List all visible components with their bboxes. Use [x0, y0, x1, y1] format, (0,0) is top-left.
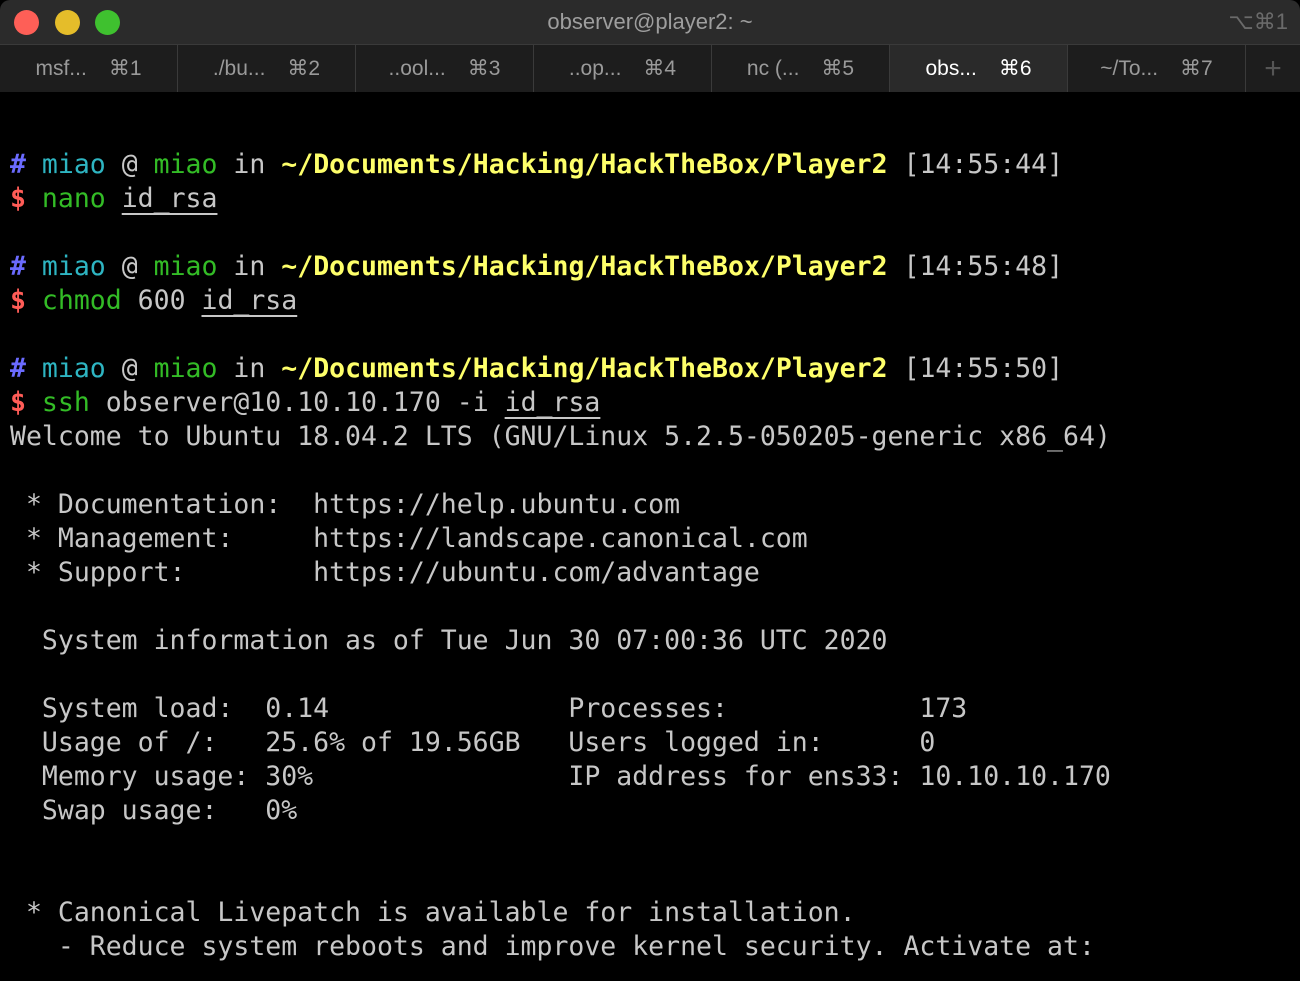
tab-label: obs... [925, 56, 977, 80]
terminal-text-txt: id_rsa [121, 183, 218, 214]
terminal-output[interactable]: # miao @ miao in ~/Documents/Hacking/Hac… [10, 131, 1111, 981]
terminal-text-txt: System information as of Tue Jun 30 07:0… [10, 625, 888, 656]
terminal-line: Swap usage: 0% [10, 795, 1111, 845]
terminal-text-txt [106, 183, 122, 214]
terminal-line: System information as of Tue Jun 30 07:0… [10, 625, 1111, 675]
terminal-text-txt: * Canonical Livepatch is available for i… [10, 897, 856, 928]
terminal-text-txt: [14:55:48] [887, 251, 1064, 282]
tab-1[interactable]: msf... ⌘1 [0, 45, 178, 92]
terminal-text-hash: # [10, 149, 42, 180]
terminal-text-txt: observer@10.10.10.170 -i [89, 387, 505, 418]
terminal-line: Welcome to Ubuntu 18.04.2 LTS (GNU/Linux… [10, 421, 1111, 471]
terminal-text-txt: in [217, 149, 282, 180]
tab-5[interactable]: nc (... ⌘5 [712, 45, 890, 92]
terminal-text-txt: System load: 0.14 Processes: 173 [10, 693, 968, 724]
terminal-text-path: ~/Documents/Hacking/HackTheBox/Player2 [281, 353, 888, 384]
tab-shortcut: ⌘6 [998, 57, 1032, 80]
tab-label: msf... [35, 56, 87, 80]
terminal-text-dollar: $ [10, 183, 42, 214]
terminal-text-txt: - Reduce system reboots and improve kern… [10, 931, 1095, 962]
terminal-text-txt: [14:55:44] [887, 149, 1064, 180]
tab-shortcut: ⌘2 [287, 57, 321, 80]
tab-shortcut: ⌘3 [467, 57, 501, 80]
terminal-text-txt: @ [105, 251, 154, 282]
new-tab-plus-icon[interactable]: + [1246, 45, 1300, 92]
terminal-text-txt: @ [105, 353, 154, 384]
terminal-text-txt: Welcome to Ubuntu 18.04.2 LTS (GNU/Linux… [10, 421, 1111, 452]
terminal-text-txt: Usage of /: 25.6% of 19.56GB Users logge… [10, 727, 936, 758]
terminal-text-path: ~/Documents/Hacking/HackTheBox/Player2 [281, 149, 888, 180]
terminal-text-txt: * Management: https://landscape.canonica… [10, 523, 808, 554]
terminal-text-txt: Memory usage: 30% IP address for ens33: … [10, 761, 1111, 792]
terminal-text-hash: # [10, 353, 42, 384]
terminal-text-txt: @ [105, 149, 154, 180]
terminal-text-txt: [14:55:50] [887, 353, 1064, 384]
terminal-text-txt: Swap usage: 0% [10, 795, 298, 826]
terminal-text-hash: # [10, 251, 42, 282]
terminal-text-host: miao [153, 149, 218, 180]
window-shortcut: ⌥⌘1 [1228, 9, 1288, 34]
terminal-text-cmd: chmod [41, 285, 122, 316]
terminal-text-user: miao [41, 353, 106, 384]
tab-4[interactable]: ..op... ⌘4 [534, 45, 712, 92]
terminal-text-txt: * Documentation: https://help.ubuntu.com [10, 489, 681, 520]
terminal-text-txt: id_rsa [201, 285, 298, 316]
terminal-text-cmd: nano [41, 183, 106, 214]
tab-label: ~/To... [1100, 56, 1159, 80]
tab-7[interactable]: ~/To... ⌘7 [1068, 45, 1246, 92]
tab-3[interactable]: ..ool... ⌘3 [356, 45, 534, 92]
tab-bar: msf... ⌘1 ./bu... ⌘2 ..ool... ⌘3 ..op... ⌘4 nc (… [0, 45, 1300, 92]
tab-shortcut: ⌘1 [108, 57, 142, 80]
terminal-text-txt: 600 [121, 285, 202, 316]
terminal-line: $ chmod 600 id_rsa [10, 285, 1111, 335]
tab-label: ..ool... [388, 56, 446, 80]
window-title: observer@player2: ~ [547, 9, 753, 34]
terminal-text-host: miao [153, 353, 218, 384]
tab-label: nc (... [746, 56, 800, 80]
terminal-line: - Reduce system reboots and improve kern… [10, 931, 1111, 981]
terminal-line: * Support: https://ubuntu.com/advantage [10, 557, 1111, 607]
terminal-text-path: ~/Documents/Hacking/HackTheBox/Player2 [281, 251, 888, 282]
terminal-text-user: miao [41, 149, 106, 180]
terminal-text-dollar: $ [10, 387, 42, 418]
tab-6[interactable]: obs... ⌘6 [890, 45, 1068, 92]
tab-shortcut: ⌘4 [643, 57, 677, 80]
terminal-line: $ nano id_rsa [10, 183, 1111, 233]
terminal-text-txt: in [217, 251, 282, 282]
terminal-text-txt: * Support: https://ubuntu.com/advantage [10, 557, 760, 588]
tab-label: ..op... [568, 56, 622, 80]
terminal-text-txt: in [217, 353, 282, 384]
tab-shortcut: ⌘5 [821, 57, 855, 80]
terminal-text-txt: id_rsa [504, 387, 601, 418]
tab-2[interactable]: ./bu... ⌘2 [178, 45, 356, 92]
terminal-text-cmd: ssh [41, 387, 90, 418]
terminal-text-user: miao [41, 251, 106, 282]
tab-label: ./bu... [212, 56, 266, 80]
title-bar: observer@player2: ~ ⌥⌘1 [0, 0, 1300, 45]
tab-shortcut: ⌘7 [1180, 57, 1213, 80]
terminal-text-dollar: $ [10, 285, 42, 316]
terminal-text-host: miao [153, 251, 218, 282]
